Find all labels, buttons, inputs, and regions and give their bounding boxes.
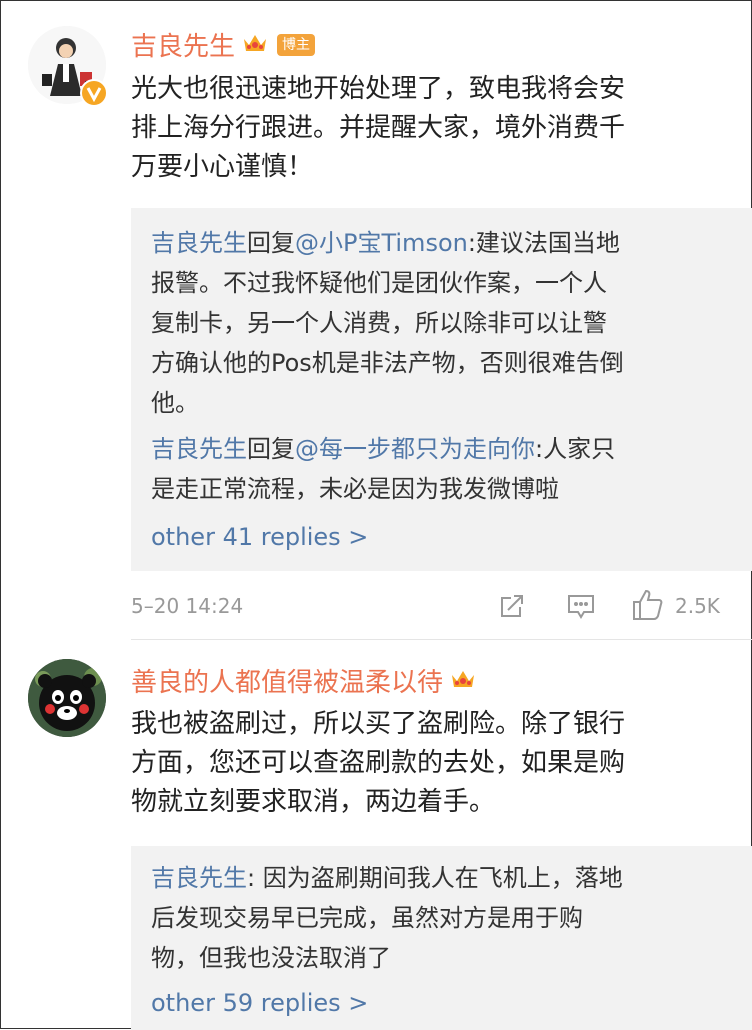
author-badge: 博主 [277,33,316,56]
reply-line: 报警。不过我怀疑他们是团伙作案，一个人 [151,269,607,297]
like-icon[interactable] [631,588,665,626]
reply-author[interactable]: 吉良先生 [151,435,247,463]
crown-icon [241,31,269,59]
more-replies-link[interactable]: other 59 replies > [151,989,368,1017]
comment-time: 5–20 14:24 [131,594,244,618]
comment-header: 吉良先生 博主 [131,26,316,63]
reply-author[interactable]: 吉良先生 [151,864,247,892]
comment-list: 吉良先生 博主 光大也很迅速地开始处理了，致电我将会安 排上海分行跟进。并提醒大… [0,0,752,1030]
comment-line: 方面，您还可以查盗刷款的去处，如果是购 [131,748,626,778]
reply-line: 方确认他的Pos机是非法产物，否则很难告倒 [151,349,624,377]
comment-text: 光大也很迅速地开始处理了，致电我将会安 排上海分行跟进。并提醒大家，境外消费千 … [131,70,625,187]
comment-line: 我也被盗刷过，所以买了盗刷险。除了银行 [131,709,626,739]
reply-line: 他。 [151,389,199,417]
reply-line: 是走正常流程，未必是因为我发微博啦 [151,475,559,503]
reply-line: 复制卡，另一个人消费，所以除非可以让警 [151,309,607,337]
reply-word: 回复 [247,229,295,257]
reply-text: : 因为盗刷期间我人在飞机上，落地 [247,864,623,892]
reply-item[interactable]: 吉良先生回复@小P宝Timson:建议法国当地 报警。不过我怀疑他们是团伙作案，… [151,223,624,423]
comment-icon[interactable] [566,592,596,624]
reply-item[interactable]: 吉良先生: 因为盗刷期间我人在飞机上，落地 后发现交易早已完成，虽然对方是用于购… [151,858,623,978]
crown-icon [449,667,477,695]
share-icon[interactable] [498,592,526,624]
username[interactable]: 善良的人都值得被温柔以待 [131,662,443,699]
reply-author[interactable]: 吉良先生 [151,229,247,257]
reply-text: :建议法国当地 [467,229,620,257]
comment-line: 物就立刻要求取消，两边着手。 [131,787,496,817]
reply-text: :人家只 [535,435,616,463]
comment-line: 万要小心谨慎！ [131,152,314,182]
reply-word: 回复 [247,435,295,463]
comment-text: 我也被盗刷过，所以买了盗刷险。除了银行 方面，您还可以查盗刷款的去处，如果是购 … [131,705,625,822]
divider [131,639,752,640]
verified-icon [80,79,108,107]
like-count: 2.5K [675,594,720,618]
comment-header: 善良的人都值得被温柔以待 [131,662,477,699]
reply-line: 后发现交易早已完成，虽然对方是用于购 [151,904,583,932]
comment-line: 光大也很迅速地开始处理了，致电我将会安 [131,74,626,104]
reply-item[interactable]: 吉良先生回复@每一步都只为走向你:人家只 是走正常流程，未必是因为我发微博啦 [151,429,615,509]
mention-link[interactable]: @每一步都只为走向你 [295,435,535,463]
reply-line: 物，但我也没法取消了 [151,944,391,972]
mention-link[interactable]: @小P宝Timson [295,229,468,257]
username[interactable]: 吉良先生 [131,26,235,63]
more-replies-link[interactable]: other 41 replies > [151,523,368,551]
comment-line: 排上海分行跟进。并提醒大家，境外消费千 [131,113,626,143]
avatar[interactable] [28,659,106,737]
